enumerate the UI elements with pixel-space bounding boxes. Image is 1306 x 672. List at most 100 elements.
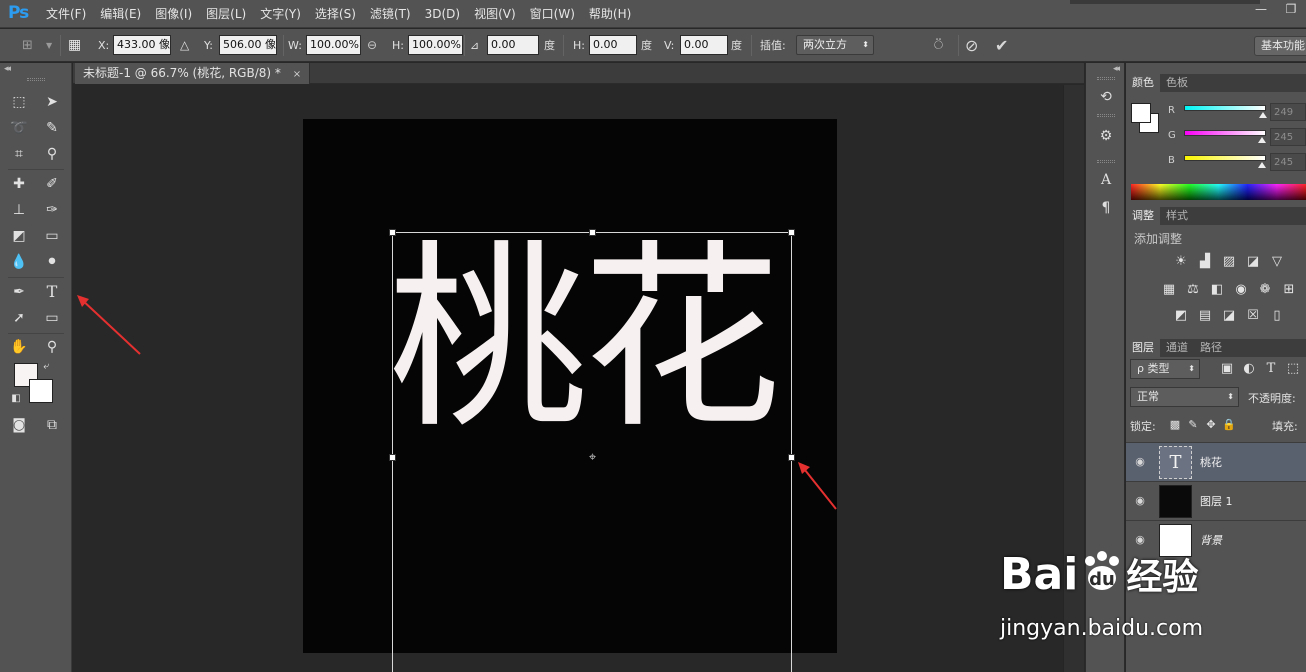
workspace-button[interactable]: 基本功能 xyxy=(1254,36,1306,56)
color-balance-icon[interactable]: ⚖ xyxy=(1184,282,1202,298)
dock-grip[interactable] xyxy=(1097,77,1115,80)
tab-color[interactable]: 颜色 xyxy=(1126,74,1160,92)
path-selection-tool-icon[interactable]: ➚ xyxy=(7,306,31,330)
posterize-icon[interactable]: ▤ xyxy=(1196,308,1214,324)
red-slider-thumb[interactable] xyxy=(1259,112,1267,118)
zoom-tool-icon[interactable]: ⚲ xyxy=(40,335,64,359)
transform-handle-top-left[interactable] xyxy=(389,229,396,236)
toolbar-grip[interactable] xyxy=(27,78,45,81)
filter-adjustment-icon[interactable]: ◐ xyxy=(1240,361,1258,377)
menu-edit[interactable]: 编辑(E) xyxy=(100,0,141,28)
quick-selection-tool-icon[interactable]: ✎ xyxy=(40,116,64,140)
threshold-icon[interactable]: ◪ xyxy=(1220,308,1238,324)
brush-tool-icon[interactable]: ✐ xyxy=(40,172,64,196)
layer-filter-select[interactable]: ρ 类型 ⬍ xyxy=(1130,359,1200,379)
filter-shape-icon[interactable]: ⬚ xyxy=(1284,361,1302,377)
hand-tool-icon[interactable]: ✋ xyxy=(7,335,31,359)
tab-swatches[interactable]: 色板 xyxy=(1160,74,1194,92)
vibrance-icon[interactable]: ▽ xyxy=(1268,254,1286,270)
width-percent-field[interactable]: 100.00% xyxy=(306,35,361,55)
blue-slider[interactable] xyxy=(1184,155,1266,161)
photo-filter-icon[interactable]: ◉ xyxy=(1232,282,1250,298)
filter-pixel-icon[interactable]: ▣ xyxy=(1218,361,1236,377)
tab-paths[interactable]: 路径 xyxy=(1194,339,1228,357)
transform-handle-top-right[interactable] xyxy=(788,229,795,236)
menu-layer[interactable]: 图层(L) xyxy=(206,0,246,28)
menu-type[interactable]: 文字(Y) xyxy=(260,0,301,28)
curves-icon[interactable]: ▨ xyxy=(1220,254,1238,270)
eyedropper-tool-icon[interactable]: ⚲ xyxy=(40,142,64,166)
y-position-field[interactable]: 506.00 像 xyxy=(219,35,277,55)
tab-layers[interactable]: 图层 xyxy=(1126,339,1160,357)
green-slider[interactable] xyxy=(1184,130,1266,136)
red-slider[interactable] xyxy=(1184,105,1266,111)
healing-brush-tool-icon[interactable]: ✚ xyxy=(7,172,31,196)
blend-mode-select[interactable]: 正常 ⬍ xyxy=(1130,387,1239,407)
clone-stamp-tool-icon[interactable]: ⊥ xyxy=(7,198,31,222)
lock-transparent-icon[interactable]: ▩ xyxy=(1166,417,1184,433)
hue-saturation-icon[interactable]: ▦ xyxy=(1160,282,1178,298)
pen-tool-icon[interactable]: ✒ xyxy=(7,280,31,304)
filter-type-icon[interactable]: T xyxy=(1262,361,1280,377)
visibility-eye-icon[interactable]: ◉ xyxy=(1132,454,1148,470)
green-slider-thumb[interactable] xyxy=(1258,137,1266,143)
lasso-tool-icon[interactable]: ➰ xyxy=(7,116,31,140)
brightness-icon[interactable]: ☀ xyxy=(1172,254,1190,270)
menu-help[interactable]: 帮助(H) xyxy=(589,0,631,28)
exposure-icon[interactable]: ◪ xyxy=(1244,254,1262,270)
restore-button[interactable]: ❐ xyxy=(1276,0,1306,20)
collapse-dock-icon[interactable]: ◂◂ xyxy=(1113,64,1120,74)
menu-filter[interactable]: 滤镜(T) xyxy=(370,0,411,28)
character-panel-icon[interactable]: A xyxy=(1094,169,1118,191)
horizontal-skew-field[interactable]: 0.00 xyxy=(589,35,637,55)
history-brush-tool-icon[interactable]: ✑ xyxy=(40,198,64,222)
invert-icon[interactable]: ◩ xyxy=(1172,308,1190,324)
color-lookup-icon[interactable]: ⊞ xyxy=(1280,282,1298,298)
crop-tool-icon[interactable]: ⌗ xyxy=(7,142,31,166)
black-white-icon[interactable]: ◧ xyxy=(1208,282,1226,298)
vertical-skew-field[interactable]: 0.00 xyxy=(680,35,728,55)
reference-point-grid-icon[interactable]: ▦ xyxy=(68,29,81,62)
tab-styles[interactable]: 样式 xyxy=(1160,207,1194,225)
transform-handle-top[interactable] xyxy=(589,229,596,236)
selective-color-icon[interactable]: ☒ xyxy=(1244,308,1262,324)
green-value[interactable]: 245 xyxy=(1270,128,1306,146)
layer-name[interactable]: 背景 xyxy=(1200,532,1222,548)
visibility-eye-icon[interactable]: ◉ xyxy=(1132,493,1148,509)
reference-point-icon[interactable]: ⌖ xyxy=(586,451,599,464)
height-percent-field[interactable]: 100.00% xyxy=(408,35,463,55)
lock-pixels-icon[interactable]: ✎ xyxy=(1184,417,1202,433)
history-panel-icon[interactable]: ⟲ xyxy=(1094,86,1118,108)
swap-colors-icon[interactable]: ⤶ xyxy=(38,359,54,375)
menu-file[interactable]: 文件(F) xyxy=(46,0,86,28)
close-document-icon[interactable]: × xyxy=(293,69,301,80)
warp-mode-icon[interactable]: ⍥ xyxy=(934,29,943,62)
relative-position-delta-icon[interactable]: △ xyxy=(180,29,189,62)
dock-grip[interactable] xyxy=(1097,160,1115,163)
background-color-swatch[interactable] xyxy=(29,379,53,403)
screen-mode-icon[interactable]: ⧉ xyxy=(40,413,64,437)
blue-slider-thumb[interactable] xyxy=(1258,162,1266,168)
transform-handle-left[interactable] xyxy=(389,454,396,461)
menu-image[interactable]: 图像(I) xyxy=(155,0,192,28)
menu-window[interactable]: 窗口(W) xyxy=(530,0,575,28)
quick-mask-icon[interactable]: ◙ xyxy=(7,413,31,437)
interpolation-select[interactable]: 两次立方 ⬍ xyxy=(796,35,874,55)
menu-select[interactable]: 选择(S) xyxy=(315,0,356,28)
lock-all-icon[interactable]: 🔒 xyxy=(1220,417,1238,433)
gradient-map-icon[interactable]: ▯ xyxy=(1268,308,1286,324)
commit-transform-icon[interactable]: ✔ xyxy=(995,29,1008,62)
color-panel-foreground[interactable] xyxy=(1131,103,1151,123)
gradient-tool-icon[interactable]: ▭ xyxy=(40,224,64,248)
transform-handle-right[interactable] xyxy=(788,454,795,461)
link-proportions-icon[interactable]: ⊖ xyxy=(367,29,377,62)
tab-adjustments[interactable]: 调整 xyxy=(1126,207,1160,225)
lock-position-icon[interactable]: ✥ xyxy=(1202,417,1220,433)
blur-tool-icon[interactable]: 💧 xyxy=(7,250,31,274)
dodge-tool-icon[interactable]: ⚫ xyxy=(40,250,64,274)
tab-channels[interactable]: 通道 xyxy=(1160,339,1194,357)
layer-name[interactable]: 图层 1 xyxy=(1200,493,1233,509)
properties-panel-icon[interactable]: ⚙ xyxy=(1094,125,1118,147)
levels-icon[interactable]: ▟ xyxy=(1196,254,1214,270)
tool-preset-chevron-icon[interactable]: ▼ xyxy=(46,29,52,62)
